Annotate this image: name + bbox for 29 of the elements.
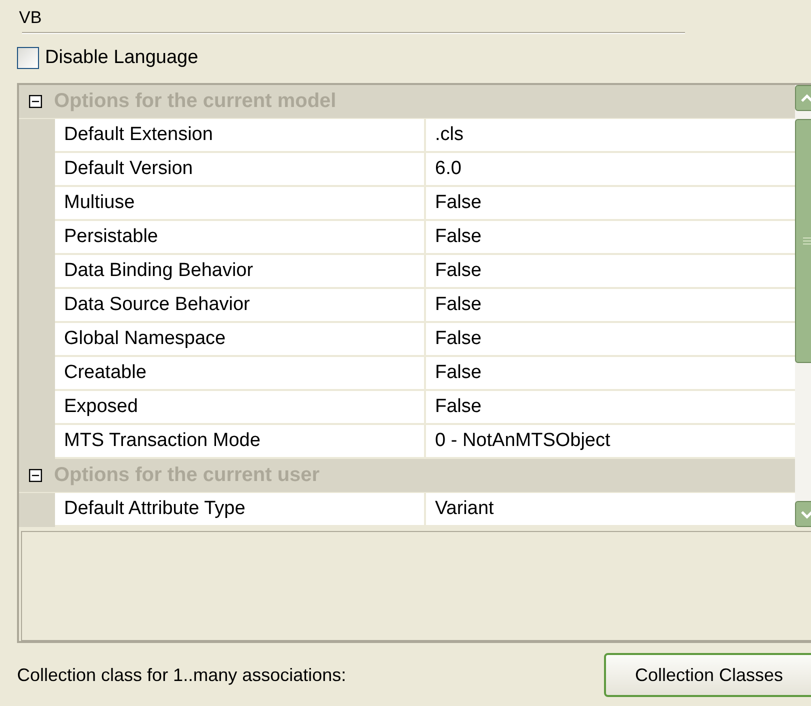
property-value[interactable]: False bbox=[426, 391, 795, 425]
property-name[interactable]: Global Namespace bbox=[55, 323, 426, 357]
group-title: VB bbox=[18, 8, 42, 28]
property-name[interactable]: Creatable bbox=[55, 357, 426, 391]
property-value[interactable]: Variant bbox=[426, 493, 795, 527]
property-name[interactable]: Data Binding Behavior bbox=[55, 255, 426, 289]
property-value[interactable]: 0 - NotAnMTSObject bbox=[426, 425, 795, 459]
checkbox[interactable] bbox=[17, 47, 39, 69]
property-name[interactable]: Multiuse bbox=[55, 187, 426, 221]
property-value[interactable]: False bbox=[426, 289, 795, 323]
property-value[interactable]: False bbox=[426, 255, 795, 289]
collapse-icon[interactable] bbox=[29, 469, 42, 482]
property-value[interactable]: .cls bbox=[426, 119, 795, 153]
property-value[interactable]: False bbox=[426, 323, 795, 357]
collection-label: Collection class for 1..many associations: bbox=[17, 664, 346, 686]
property-name[interactable]: Default Attribute Type bbox=[55, 493, 426, 527]
property-value[interactable]: 6.0 bbox=[426, 153, 795, 187]
property-name[interactable]: Default Version bbox=[55, 153, 426, 187]
collapse-icon[interactable] bbox=[29, 95, 42, 108]
property-value[interactable]: False bbox=[426, 221, 795, 255]
property-name[interactable]: Exposed bbox=[55, 391, 426, 425]
property-name[interactable]: Data Source Behavior bbox=[55, 289, 426, 323]
property-name[interactable]: Persistable bbox=[55, 221, 426, 255]
property-name[interactable]: MTS Transaction Mode bbox=[55, 425, 426, 459]
property-value[interactable]: False bbox=[426, 187, 795, 221]
property-value[interactable]: False bbox=[426, 357, 795, 391]
property-name[interactable]: Default Extension bbox=[55, 119, 426, 153]
collection-classes-button[interactable]: Collection Classes bbox=[604, 653, 811, 697]
checkbox-label[interactable]: Disable Language bbox=[45, 47, 198, 69]
